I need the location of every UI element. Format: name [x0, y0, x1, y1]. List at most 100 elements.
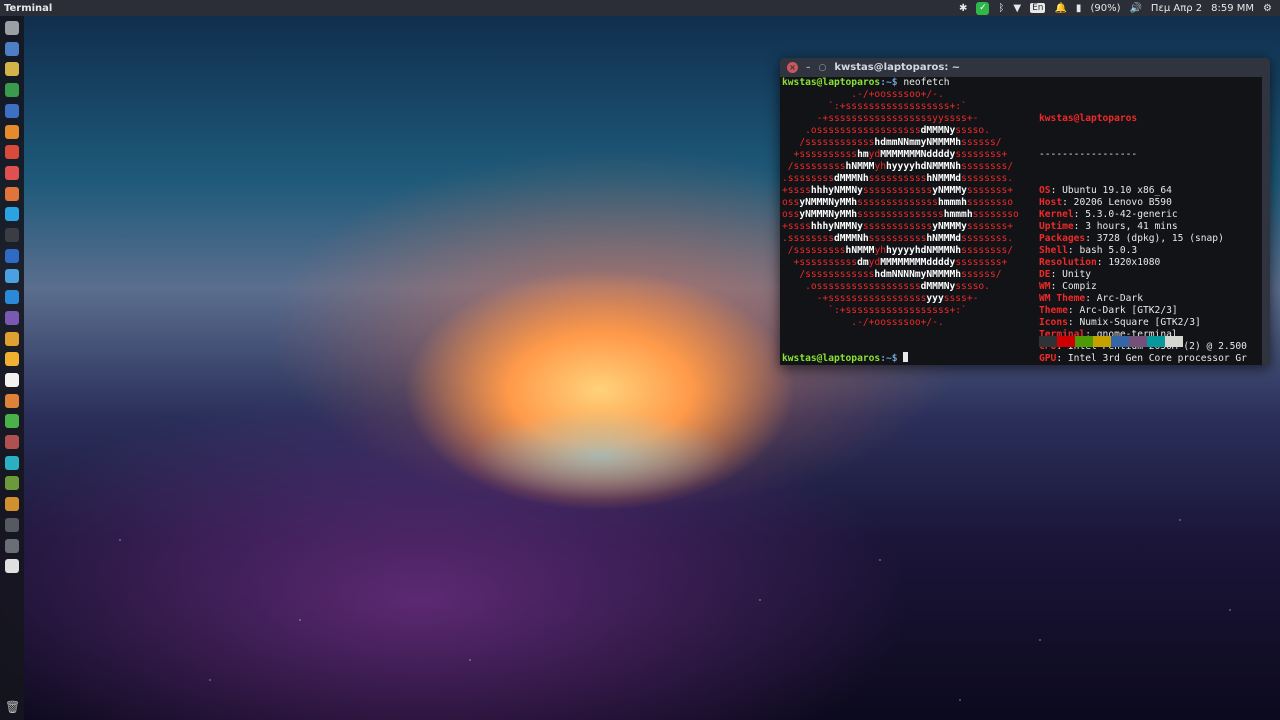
launcher-system-settings-icon[interactable]	[5, 21, 19, 35]
settings-gear-icon[interactable]: ⚙	[1263, 3, 1272, 14]
terminal-titlebar[interactable]: × – ○ kwstas@laptoparos: ~	[780, 58, 1270, 77]
update-check-icon[interactable]: ✓	[976, 1, 990, 15]
ascii-line: ossyNMMMNyMMhssssssssssssssshmmmhsssssss…	[782, 209, 1019, 221]
launcher-app-yellow-icon[interactable]	[5, 352, 19, 367]
bluetooth-icon[interactable]: ✱	[959, 3, 967, 14]
info-key: WM Theme	[1039, 293, 1086, 304]
launcher-app-blue-icon[interactable]	[5, 269, 19, 284]
ascii-segment: +ssssssssss	[782, 257, 858, 268]
trash-icon[interactable]: 🗑	[5, 700, 20, 714]
launcher-app-dark-icon[interactable]	[5, 517, 19, 532]
launcher-app-mail-icon[interactable]	[5, 393, 19, 408]
wifi-icon[interactable]: ▼	[1013, 3, 1021, 14]
ascii-segment: ssssssso	[972, 209, 1019, 220]
date-indicator[interactable]: Πεμ Απρ 2	[1151, 3, 1202, 14]
ascii-line: /sssssssssssshdmNNNNmyNMMMMhssssss/	[782, 269, 1019, 281]
launcher-skype-icon[interactable]	[5, 207, 19, 222]
ascii-line: .-/+oossssoo+/-.	[782, 89, 1019, 101]
ascii-segment: -+ssssssssssssssssssyyssss+-	[782, 113, 979, 124]
terminal-content[interactable]: kwstas@laptoparos:~$ neofetch .-/+oossss…	[780, 77, 1262, 365]
info-line: GPU: Intel 3rd Gen Core processor Gr	[1039, 353, 1247, 365]
info-colon: :	[1067, 245, 1080, 256]
ascii-line: .ssssssssdMMMNhsssssssssshNMMMdssssssss.	[782, 173, 1019, 185]
ascii-segment: ssssssssssss	[862, 221, 933, 232]
info-value: Arc-Dark	[1096, 293, 1143, 304]
ascii-segment: yyy	[926, 293, 944, 304]
launcher-files-icon[interactable]	[5, 41, 19, 56]
maximize-button[interactable]: ○	[819, 63, 827, 73]
ascii-segment: ssssssss.	[961, 233, 1014, 244]
launcher-app-monitor-icon[interactable]	[5, 538, 19, 553]
info-line: Packages: 3728 (dpkg), 15 (snap)	[1039, 233, 1247, 245]
launcher-terminal-icon[interactable]	[5, 228, 19, 242]
close-button[interactable]: ×	[787, 62, 798, 73]
ascii-segment: `:+ssssssssssssssssss+:`	[782, 305, 967, 316]
terminal-scrollbar[interactable]	[1262, 77, 1270, 365]
text-cursor	[903, 352, 909, 362]
launcher-chrome-icon[interactable]	[5, 83, 19, 98]
launcher-app-gear-icon[interactable]	[5, 435, 19, 449]
launcher-app-orange-icon[interactable]	[5, 186, 19, 201]
ascii-segment: ssss+-	[943, 293, 979, 304]
notification-bell-icon[interactable]: 🔔	[1054, 3, 1066, 14]
info-value: Intel 3rd Gen Core processor Gr	[1067, 353, 1247, 364]
palette-swatch	[1129, 336, 1147, 347]
launcher-text-editor-icon[interactable]	[5, 62, 19, 77]
palette-swatch	[1111, 336, 1129, 347]
launcher-writer-icon[interactable]	[5, 103, 19, 118]
ascii-segment: yNMMMNyMMh	[799, 197, 858, 208]
bluetooth-icon-2[interactable]: ᛒ	[998, 3, 1004, 14]
ascii-segment: hmmmh	[943, 209, 973, 220]
info-colon: :	[1050, 185, 1063, 196]
ascii-segment: ssssssss+	[955, 149, 1008, 160]
indicator-area: ✱ ✓ ᛒ ▼ En 🔔 ▮ (90%) 🔊 Πεμ Απρ 2 8:59 MM…	[959, 1, 1280, 15]
info-key: WM	[1039, 281, 1051, 292]
launcher-app-disk-icon[interactable]	[5, 310, 19, 325]
terminal-window[interactable]: × – ○ kwstas@laptoparos: ~ kwstas@laptop…	[780, 58, 1270, 365]
ascii-segment: oss	[782, 209, 800, 220]
info-line: Resolution: 1920x1080	[1039, 257, 1247, 269]
terminal-title: kwstas@laptoparos: ~	[834, 62, 961, 73]
ascii-segment: yh	[874, 161, 886, 172]
ascii-segment: yh	[874, 245, 886, 256]
neofetch-ascii-logo: .-/+oossssoo+/-. `:+ssssssssssssssssss+:…	[782, 89, 1019, 329]
launcher-firefox-icon[interactable]	[5, 124, 19, 139]
launcher-text-file-icon[interactable]	[5, 372, 19, 387]
ascii-line: .ssssssssdMMMNhsssssssssshNMMMdssssssss.	[782, 233, 1019, 245]
ascii-segment: /ssssssssssss	[782, 137, 875, 148]
ascii-segment: sssssssssssssss	[857, 209, 944, 220]
info-key: Kernel	[1039, 209, 1074, 220]
launcher-word-icon[interactable]	[5, 248, 19, 263]
ascii-segment: dMMMNy	[920, 125, 956, 136]
launcher-app-grid-icon[interactable]	[5, 331, 19, 346]
keyboard-language-indicator[interactable]: En	[1030, 3, 1046, 13]
ascii-segment: .-/+oossssoo+/-.	[782, 317, 944, 328]
launcher-app-install-icon[interactable]	[5, 497, 19, 512]
launcher-app-green-icon[interactable]	[5, 414, 19, 429]
prompt-user-2: kwstas@laptoparos	[782, 353, 881, 364]
info-line: WM Theme: Arc-Dark	[1039, 293, 1247, 305]
info-colon: :	[1096, 257, 1109, 268]
ascii-line: `:+ssssssssssssssssss+:`	[782, 305, 1019, 317]
launcher-vscode-icon[interactable]	[5, 290, 19, 305]
color-palette	[1039, 336, 1183, 347]
launcher-app-cyan-icon[interactable]	[5, 455, 19, 470]
ascii-segment: oss	[782, 197, 800, 208]
ascii-segment: ssssss/	[961, 137, 1002, 148]
launcher-calendar-icon[interactable]	[5, 165, 19, 180]
ascii-line: `:+ssssssssssssssssss+:`	[782, 101, 1019, 113]
launcher-popcorn-icon[interactable]	[5, 145, 19, 160]
battery-percentage[interactable]: (90%)	[1090, 3, 1120, 14]
launcher-app-red-icon[interactable]	[5, 559, 19, 574]
info-colon: :	[1050, 269, 1063, 280]
volume-icon[interactable]: 🔊	[1129, 3, 1141, 14]
minimize-button[interactable]: –	[806, 63, 811, 73]
clock-indicator[interactable]: 8:59 MM	[1211, 3, 1254, 14]
info-key: OS	[1039, 185, 1051, 196]
battery-icon[interactable]: ▮	[1076, 3, 1082, 14]
launcher-app-puzzle-icon[interactable]	[5, 476, 19, 491]
ascii-segment: yd	[868, 257, 881, 268]
info-line: Icons: Numix-Square [GTK2/3]	[1039, 317, 1247, 329]
ascii-line: -+sssssssssssssssssyyyssss+-	[782, 293, 1019, 305]
ascii-segment: ssssss/	[961, 269, 1002, 280]
